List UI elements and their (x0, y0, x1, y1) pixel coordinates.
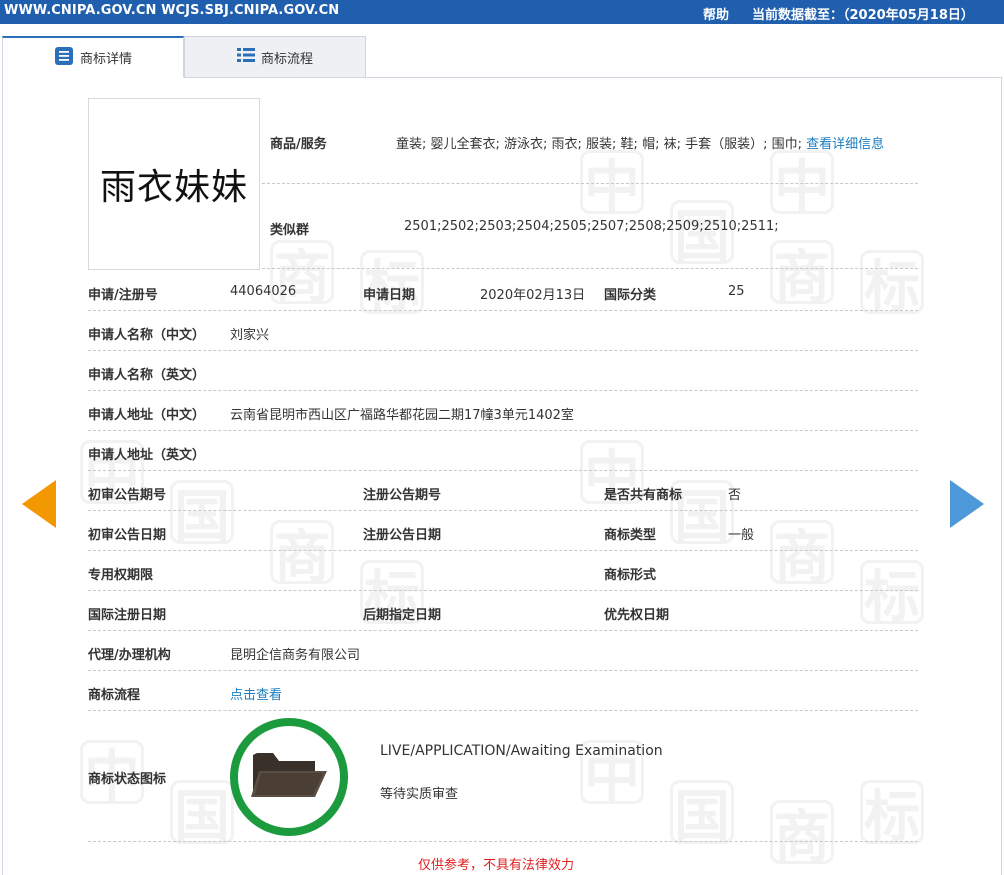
divider (88, 310, 918, 311)
app-date-value: 2020年02月13日 (480, 288, 586, 303)
applicant-cn-value: 刘家兴 (230, 328, 270, 343)
agent-label: 代理/办理机构 (88, 648, 171, 663)
reg-no-label: 申请/注册号 (88, 288, 158, 303)
prelim-issue-label: 初审公告期号 (88, 488, 167, 503)
divider (262, 183, 918, 184)
intl-reg-date-label: 国际注册日期 (88, 608, 167, 623)
divider (88, 710, 918, 711)
prelim-date-label: 初审公告日期 (88, 528, 167, 543)
shared-mark-label: 是否共有商标 (604, 488, 683, 503)
address-en-label: 申请人地址（英文） (88, 448, 206, 463)
divider (88, 550, 918, 551)
folder-icon (249, 747, 329, 807)
status-cn: 等待实质审查 (380, 787, 459, 802)
exclusive-term-label: 专用权期限 (88, 568, 154, 583)
view-details-link[interactable]: 查看详细信息 (806, 137, 884, 152)
trademark-image-text: 雨衣妹妹 (99, 167, 248, 208)
similar-group-label: 类似群 (270, 223, 310, 238)
intl-class-value: 25 (728, 284, 745, 299)
divider (88, 630, 918, 631)
address-cn-label: 申请人地址（中文） (88, 408, 206, 423)
status-en: LIVE/APPLICATION/Awaiting Examination (380, 743, 663, 759)
disclaimer: 仅供参考，不具有法律效力 (418, 858, 575, 873)
divider (262, 268, 918, 269)
divider (88, 670, 918, 671)
goods-label: 商品/服务 (270, 137, 327, 152)
status-badge (230, 718, 348, 836)
flow-label: 商标流程 (88, 688, 141, 703)
mark-type-value: 一般 (728, 528, 755, 543)
divider (88, 590, 918, 591)
app-date-label: 申请日期 (363, 288, 416, 303)
status-icon-label: 商标状态图标 (88, 772, 167, 787)
intl-class-label: 国际分类 (604, 288, 657, 303)
goods-value: 童装; 婴儿全套衣; 游泳衣; 雨衣; 服装; 鞋; 帽; 袜; 手套（服装）;… (396, 133, 884, 152)
divider (88, 430, 918, 431)
applicant-en-label: 申请人名称（英文） (88, 368, 206, 383)
divider (88, 390, 918, 391)
reg-no-value: 44064026 (230, 284, 297, 299)
later-designation-label: 后期指定日期 (363, 608, 442, 623)
chevron-left-icon[interactable] (22, 480, 56, 528)
divider (88, 841, 918, 842)
applicant-cn-label: 申请人名称（中文） (88, 328, 206, 343)
address-cn-value: 云南省昆明市西山区广福路华都花园二期17幢3单元1402室 (230, 408, 574, 423)
view-flow-link[interactable]: 点击查看 (230, 684, 282, 703)
mark-type-label: 商标类型 (604, 528, 657, 543)
trademark-image: 雨衣妹妹 (88, 98, 260, 270)
mark-form-label: 商标形式 (604, 568, 657, 583)
chevron-right-icon[interactable] (950, 480, 984, 528)
agent-value: 昆明企信商务有限公司 (230, 648, 361, 663)
reg-date-label: 注册公告日期 (363, 528, 442, 543)
shared-mark-value: 否 (728, 488, 742, 503)
reg-issue-label: 注册公告期号 (363, 488, 442, 503)
goods-text: 童装; 婴儿全套衣; 游泳衣; 雨衣; 服装; 鞋; 帽; 袜; 手套（服装）;… (396, 137, 802, 152)
priority-date-label: 优先权日期 (604, 608, 670, 623)
divider (88, 470, 918, 471)
divider (88, 350, 918, 351)
similar-group-value: 2501;2502;2503;2504;2505;2507;2508;2509;… (404, 219, 779, 234)
divider (88, 510, 918, 511)
trademark-detail: 雨衣妹妹 商品/服务 童装; 婴儿全套衣; 游泳衣; 雨衣; 服装; 鞋; 帽;… (0, 0, 1004, 875)
